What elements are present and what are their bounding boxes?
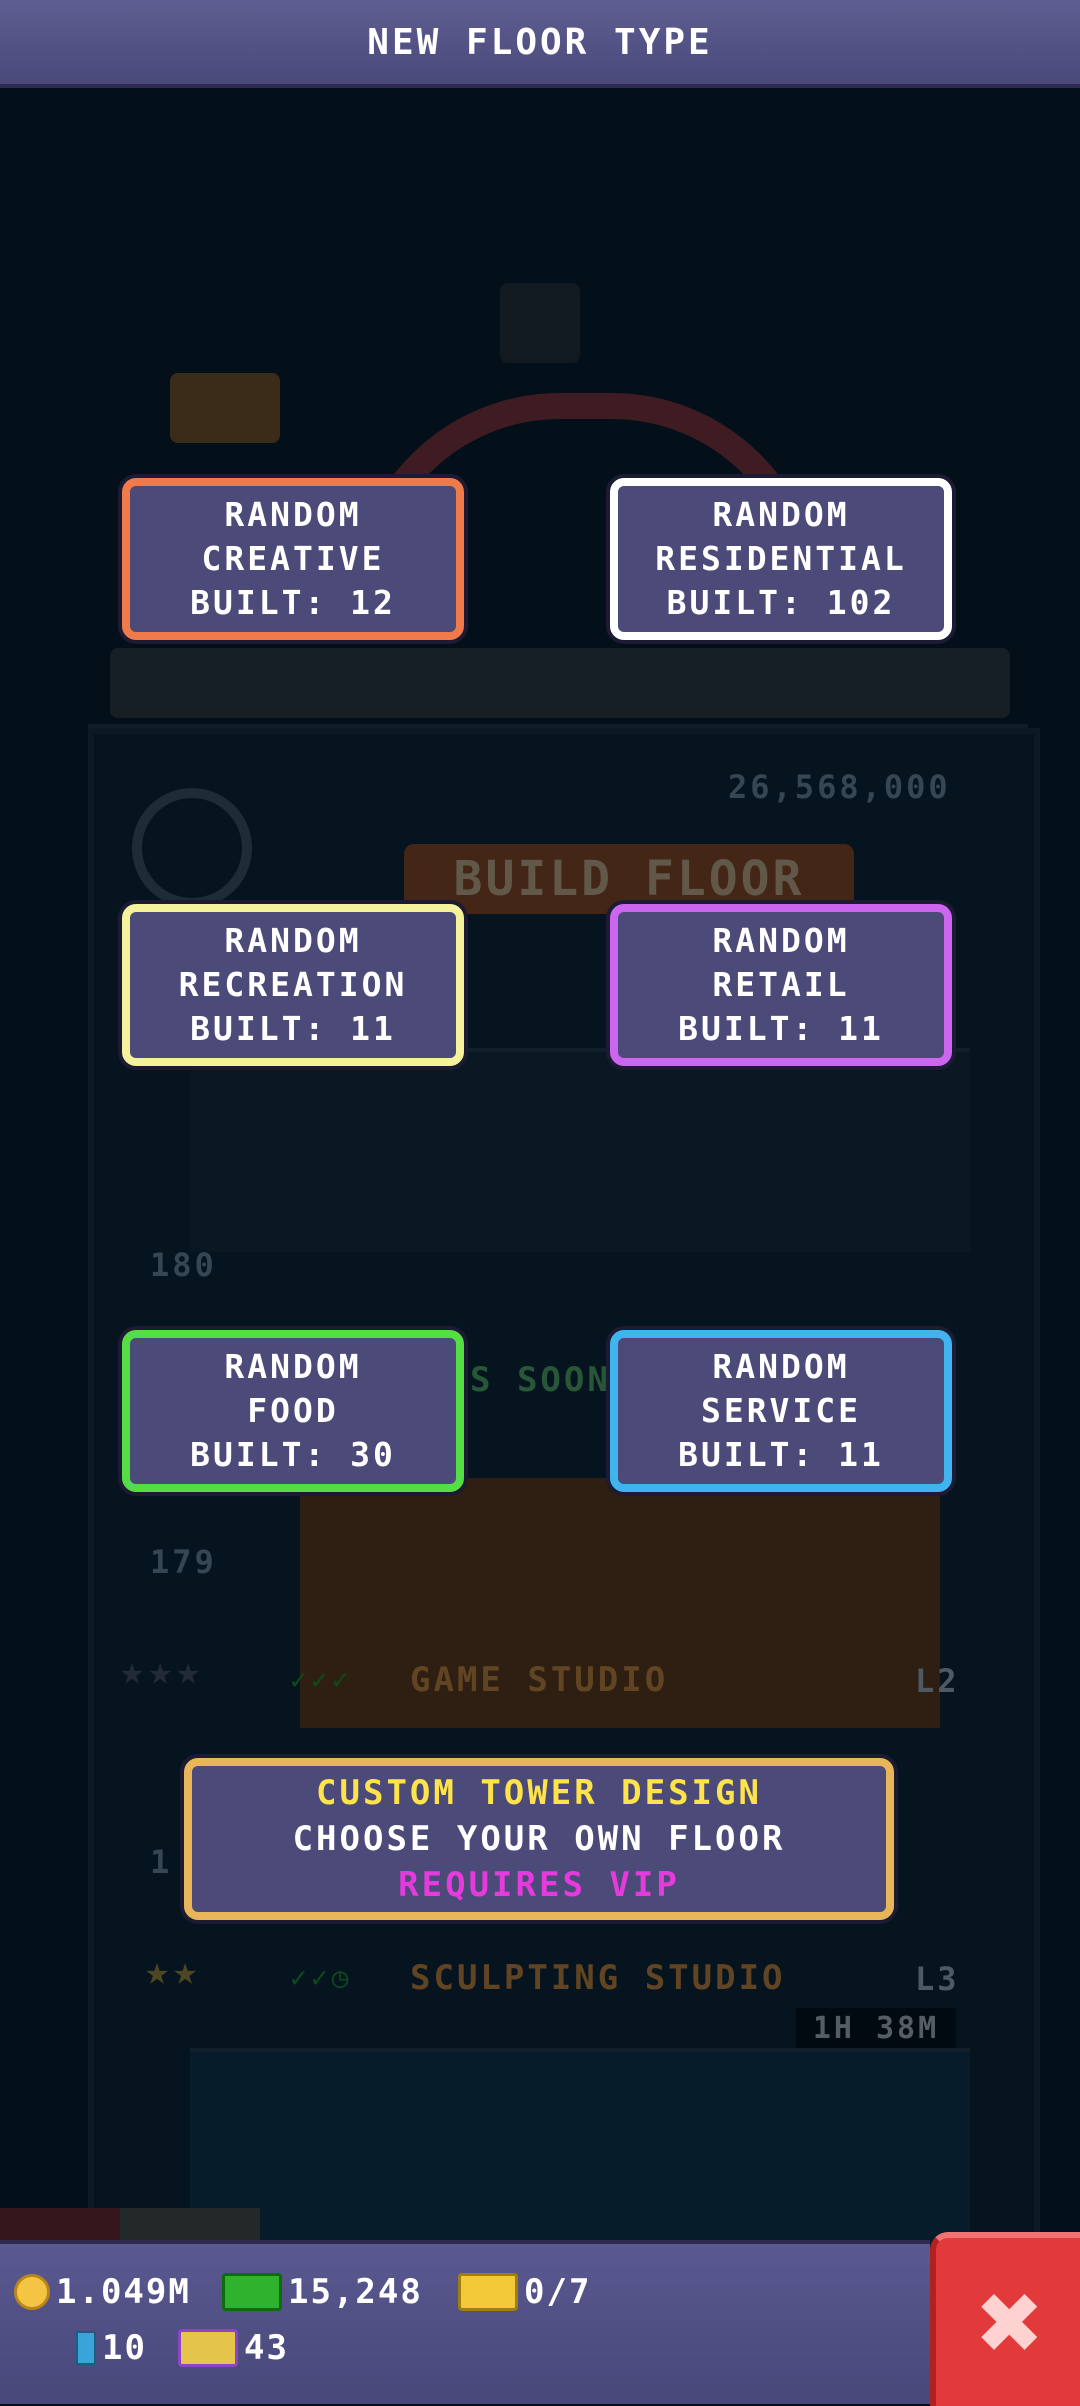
vip-requirement: REQUIRES VIP: [398, 1865, 680, 1905]
tickets-value: 0/7: [524, 2272, 592, 2312]
vip-icon: [178, 2329, 238, 2367]
close-icon: ✖: [977, 2258, 1045, 2386]
ticket-icon: [458, 2273, 518, 2311]
floor-band-1: [190, 1048, 970, 1252]
button-line-1: RANDOM: [224, 1347, 362, 1386]
random-recreation-button[interactable]: RANDOM RECREATION BUILT: 11: [122, 904, 464, 1066]
tower-bux-icon: [222, 2273, 282, 2311]
floor-2-stars: ★★: [145, 1948, 202, 1994]
floor-1-stars: ★★★: [120, 1648, 205, 1694]
floor-1-level: L2: [915, 1662, 960, 1700]
button-line-3: BUILT: 30: [190, 1435, 396, 1474]
screen-title: NEW FLOOR TYPE: [0, 0, 1080, 88]
floor-cost: 26,568,000: [728, 768, 951, 806]
button-line-3: BUILT: 11: [678, 1009, 884, 1048]
random-food-button[interactable]: RANDOM FOOD BUILT: 30: [122, 1330, 464, 1492]
custom-tower-design-button[interactable]: CUSTOM TOWER DESIGN CHOOSE YOUR OWN FLOO…: [184, 1758, 894, 1920]
button-line-1: RANDOM: [224, 921, 362, 960]
vip-value: 43: [244, 2328, 289, 2368]
button-line-2: FOOD: [247, 1391, 339, 1430]
random-service-button[interactable]: RANDOM SERVICE BUILT: 11: [610, 1330, 952, 1492]
button-line-3: BUILT: 11: [678, 1435, 884, 1474]
random-retail-button[interactable]: RANDOM RETAIL BUILT: 11: [610, 904, 952, 1066]
custom-subtitle: CHOOSE YOUR OWN FLOOR: [292, 1819, 786, 1859]
bux-stat: 15,248: [222, 2272, 423, 2312]
floor-number-179: 179: [150, 1543, 217, 1581]
fox-figure: [170, 373, 280, 443]
status-bar: 1.049M 15,248 0/7 10 43: [0, 2240, 930, 2404]
bitbook-stat: 10: [76, 2328, 147, 2368]
button-line-1: RANDOM: [712, 921, 850, 960]
floor-number-partial: 1: [150, 1843, 173, 1881]
screen-title-text: NEW FLOOR TYPE: [367, 21, 713, 63]
custom-title: CUSTOM TOWER DESIGN: [316, 1773, 762, 1813]
random-creative-button[interactable]: RANDOM CREATIVE BUILT: 12: [122, 478, 464, 640]
tickets-stat: 0/7: [458, 2272, 591, 2312]
close-button[interactable]: ✖: [930, 2232, 1080, 2406]
coins-value: 1.049M: [56, 2272, 191, 2312]
coins-stat: 1.049M: [14, 2272, 191, 2312]
button-line-2: CREATIVE: [201, 539, 385, 578]
gear-icon: [132, 788, 252, 908]
floor-band-2: [190, 2048, 970, 2252]
button-line-3: BUILT: 102: [666, 583, 896, 622]
floor-2-timer: 1H 38M: [796, 2008, 956, 2048]
floor-2-name: SCULPTING STUDIO: [410, 1958, 786, 1998]
button-line-3: BUILT: 12: [190, 583, 396, 622]
button-line-3: BUILT: 11: [190, 1009, 396, 1048]
coin-icon: [14, 2274, 50, 2310]
floor-2-level: L3: [915, 1960, 960, 1998]
random-residential-button[interactable]: RANDOM RESIDENTIAL BUILT: 102: [610, 478, 952, 640]
floor-number-180: 180: [150, 1246, 217, 1284]
floor-1-checks: ✓✓✓: [290, 1663, 353, 1696]
button-line-1: RANDOM: [224, 495, 362, 534]
floor-1-name: GAME STUDIO: [410, 1660, 669, 1700]
toucan-figure: [500, 283, 580, 363]
bitbook-value: 10: [102, 2328, 147, 2368]
coming-soon-label: S SOON: [470, 1360, 611, 1400]
button-line-1: RANDOM: [712, 1347, 850, 1386]
floor-2-checks: ✓✓◷: [290, 1961, 353, 1994]
button-line-2: SERVICE: [700, 1391, 862, 1430]
bux-value: 15,248: [288, 2272, 423, 2312]
button-line-1: RANDOM: [712, 495, 850, 534]
button-line-2: RETAIL: [712, 965, 850, 1004]
button-line-2: RECREATION: [178, 965, 408, 1004]
bitcard-icon: [76, 2331, 96, 2365]
vip-stat: 43: [178, 2328, 289, 2368]
button-line-2: RESIDENTIAL: [655, 539, 907, 578]
roof-animals: [110, 648, 1010, 718]
